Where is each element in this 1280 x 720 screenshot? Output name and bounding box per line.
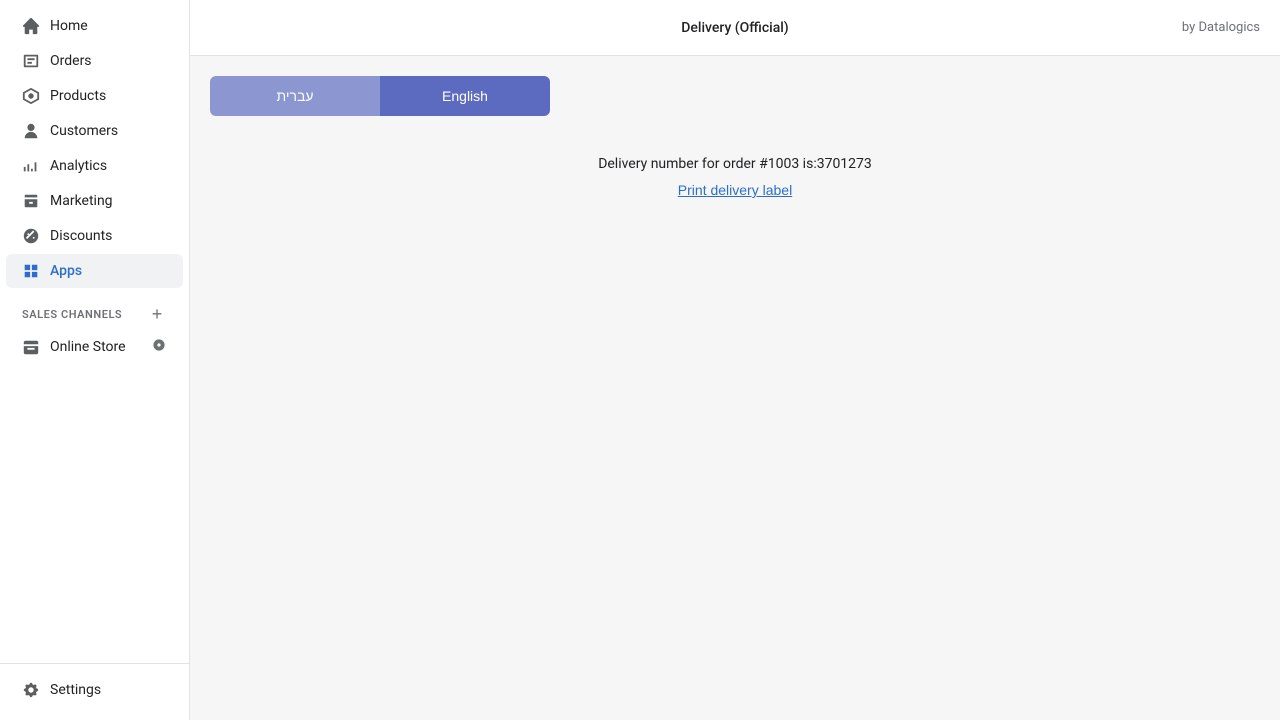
online-store-settings-icon bbox=[151, 337, 167, 357]
sidebar-item-products[interactable]: Products bbox=[6, 79, 183, 113]
home-icon bbox=[22, 17, 40, 35]
english-button[interactable]: English bbox=[380, 76, 550, 116]
print-delivery-label-button[interactable]: Print delivery label bbox=[678, 182, 792, 198]
sidebar-item-analytics-label: Analytics bbox=[50, 158, 107, 174]
sidebar-item-online-store[interactable]: Online Store bbox=[6, 329, 183, 365]
language-toggle: עברית English bbox=[210, 76, 550, 116]
sales-channels-section: SALES CHANNELS + bbox=[6, 292, 183, 328]
sidebar-item-customers[interactable]: Customers bbox=[6, 114, 183, 148]
sidebar-item-home-label: Home bbox=[50, 18, 88, 34]
sales-channels-label: SALES CHANNELS bbox=[22, 308, 122, 321]
sidebar-bottom: Settings bbox=[0, 663, 189, 720]
sidebar-item-online-store-label: Online Store bbox=[50, 339, 126, 355]
marketing-icon bbox=[22, 192, 40, 210]
topbar: Delivery (Official) by Datalogics bbox=[190, 0, 1280, 56]
orders-icon bbox=[22, 52, 40, 70]
settings-icon bbox=[22, 681, 40, 699]
apps-icon bbox=[22, 262, 40, 280]
online-store-icon bbox=[22, 338, 40, 356]
sidebar-item-orders-label: Orders bbox=[50, 53, 92, 69]
customers-icon bbox=[22, 122, 40, 140]
sidebar-nav: Home Orders Products Customers Analytics bbox=[0, 0, 189, 663]
hebrew-button[interactable]: עברית bbox=[210, 76, 380, 116]
sidebar-item-discounts-label: Discounts bbox=[50, 228, 112, 244]
page-title: Delivery (Official) bbox=[681, 20, 788, 36]
sidebar-item-settings[interactable]: Settings bbox=[6, 673, 183, 707]
sidebar-item-discounts[interactable]: Discounts bbox=[6, 219, 183, 253]
products-icon bbox=[22, 87, 40, 105]
sidebar-item-home[interactable]: Home bbox=[6, 9, 183, 43]
main-content: Delivery (Official) by Datalogics עברית … bbox=[190, 0, 1280, 720]
sidebar-item-orders[interactable]: Orders bbox=[6, 44, 183, 78]
sidebar-item-customers-label: Customers bbox=[50, 123, 118, 139]
sidebar-item-apps[interactable]: Apps bbox=[6, 254, 183, 288]
delivery-info: Delivery number for order #1003 is:37012… bbox=[210, 156, 1260, 199]
sidebar-item-marketing-label: Marketing bbox=[50, 193, 113, 209]
sidebar-item-marketing[interactable]: Marketing bbox=[6, 184, 183, 218]
sidebar-item-apps-label: Apps bbox=[50, 263, 82, 279]
sidebar-item-settings-label: Settings bbox=[50, 682, 101, 698]
discounts-icon bbox=[22, 227, 40, 245]
delivery-number-text: Delivery number for order #1003 is:37012… bbox=[210, 156, 1260, 172]
add-sales-channel-button[interactable]: + bbox=[147, 304, 167, 324]
sidebar-item-analytics[interactable]: Analytics bbox=[6, 149, 183, 183]
analytics-icon bbox=[22, 157, 40, 175]
topbar-byline: by Datalogics bbox=[1182, 20, 1260, 35]
sidebar-item-products-label: Products bbox=[50, 88, 106, 104]
sidebar: Home Orders Products Customers Analytics bbox=[0, 0, 190, 720]
content-area: עברית English Delivery number for order … bbox=[190, 56, 1280, 720]
